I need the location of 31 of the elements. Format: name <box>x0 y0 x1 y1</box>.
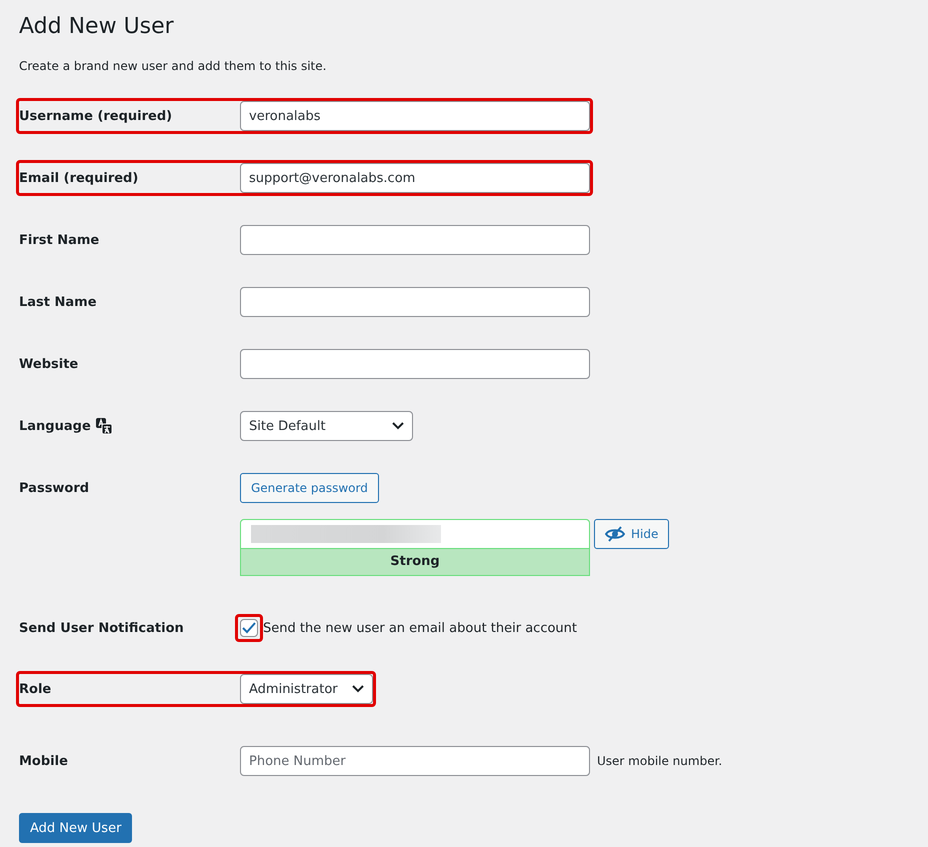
password-field[interactable] <box>240 519 590 550</box>
field-hint: User mobile number. <box>597 753 722 770</box>
field-label: Email (required) <box>19 170 138 188</box>
field-label: Password <box>19 480 90 498</box>
hide-password-button[interactable]: Hide <box>594 519 670 550</box>
select-dropdown[interactable]: Site Default <box>240 411 413 442</box>
select-dropdown[interactable]: Administrator <box>240 674 373 704</box>
text-field[interactable] <box>240 225 590 256</box>
field-label: First Name <box>19 232 100 250</box>
strength-meter: Strong <box>240 549 590 576</box>
generate-password-button[interactable]: Generate password <box>240 473 379 504</box>
checkbox-label: Send the new user an email about their account <box>263 620 578 638</box>
caret-icon <box>352 685 364 694</box>
field-label: Language <box>19 418 91 436</box>
field-label: Username (required) <box>19 108 172 126</box>
field-label: Last Name <box>19 294 97 312</box>
text-field[interactable] <box>240 349 590 380</box>
caret-icon <box>392 422 404 430</box>
checkbox[interactable] <box>240 619 258 638</box>
field-label: Website <box>19 356 78 374</box>
field-label: Send User Notification <box>19 620 184 638</box>
text-field[interactable] <box>240 287 590 318</box>
eye-slash-icon <box>605 526 625 542</box>
field-label: Mobile <box>19 752 68 771</box>
page-description: Create a brand new user and add them to this site. <box>19 58 328 76</box>
page-title: Add New User <box>19 14 175 40</box>
field-label: Role <box>19 680 52 699</box>
add-user-button[interactable]: Add New User <box>19 813 132 844</box>
phone-field[interactable]: Phone Number <box>240 746 590 776</box>
text-field[interactable]: veronalabs <box>240 101 590 132</box>
text-field[interactable]: support@veronalabs.com <box>240 163 590 194</box>
